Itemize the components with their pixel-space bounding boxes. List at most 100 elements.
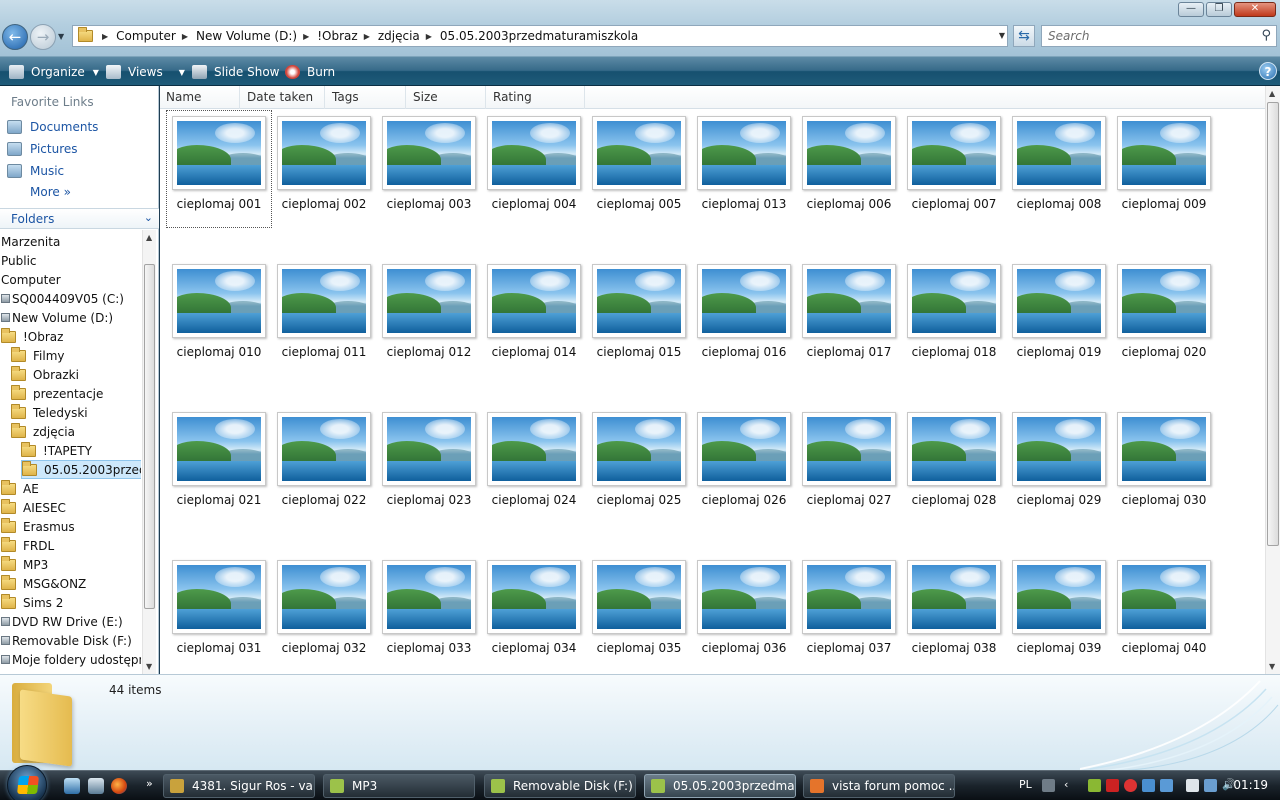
tree-item[interactable]: AIESEC [1,498,66,517]
tree-item[interactable]: AE [1,479,39,498]
column-header-name[interactable]: Name [160,86,240,109]
image-file-tile[interactable]: cieplomaj 035 [587,555,691,671]
column-header-size[interactable]: Size [407,86,486,109]
image-file-tile[interactable]: cieplomaj 026 [692,407,796,523]
favorite-link-documents[interactable]: Documents [7,118,98,136]
image-file-tile[interactable]: cieplomaj 007 [902,111,1006,227]
tree-item[interactable]: MSG&ONZ [1,574,86,593]
breadcrumb-computer[interactable]: Computer [116,29,176,43]
breadcrumb-zdjecia[interactable]: zdjęcia [378,29,420,43]
minimize-button[interactable]: — [1178,2,1204,17]
image-file-tile[interactable]: cieplomaj 017 [797,259,901,375]
breadcrumb-separator-icon[interactable]: ▶ [182,32,188,41]
keyboard-icon[interactable] [1042,779,1055,792]
image-file-tile[interactable]: cieplomaj 003 [377,111,481,227]
breadcrumb-separator-icon[interactable]: ▶ [102,32,108,41]
image-file-tile[interactable]: cieplomaj 037 [797,555,901,671]
burn-button[interactable]: Burn [285,63,335,81]
security-icon[interactable] [1088,779,1101,792]
breadcrumb-separator-icon[interactable]: ▶ [303,32,309,41]
quick-launch-more-icon[interactable]: » [146,777,153,790]
address-field[interactable]: ▶ Computer ▶ New Volume (D:) ▶ !Obraz ▶ … [72,25,1008,47]
image-file-tile[interactable]: cieplomaj 016 [692,259,796,375]
scrollbar-thumb[interactable] [1267,102,1279,546]
scroll-down-icon[interactable]: ▼ [1269,662,1275,671]
alert-icon[interactable] [1124,779,1137,792]
image-file-tile[interactable]: cieplomaj 034 [482,555,586,671]
image-file-tile[interactable]: cieplomaj 032 [272,555,376,671]
scroll-up-icon[interactable]: ▲ [146,233,152,242]
image-file-tile[interactable]: cieplomaj 006 [797,111,901,227]
tree-item[interactable]: Computer [1,270,61,289]
image-file-tile[interactable]: cieplomaj 014 [482,259,586,375]
switch-windows-icon[interactable] [88,778,104,794]
tree-item[interactable]: Filmy [11,346,65,365]
column-header-tags[interactable]: Tags [326,86,406,109]
language-indicator[interactable]: PL [1019,778,1032,791]
image-file-tile[interactable]: cieplomaj 001 [166,110,272,228]
clock[interactable]: 01:19 [1233,778,1268,792]
image-file-tile[interactable]: cieplomaj 002 [272,111,376,227]
tree-item[interactable]: Removable Disk (F:) [1,631,132,650]
device-icon[interactable] [1186,779,1199,792]
image-file-tile[interactable]: cieplomaj 023 [377,407,481,523]
breadcrumb-separator-icon[interactable]: ▶ [426,32,432,41]
image-file-tile[interactable]: cieplomaj 021 [167,407,271,523]
taskbar-button[interactable]: vista forum pomoc ... [803,774,955,798]
image-file-tile[interactable]: cieplomaj 019 [1007,259,1111,375]
tree-item[interactable]: New Volume (D:) [1,308,113,327]
image-file-tile[interactable]: cieplomaj 027 [797,407,901,523]
image-file-tile[interactable]: cieplomaj 038 [902,555,1006,671]
tree-item[interactable]: zdjęcia [11,422,75,441]
column-header-rating[interactable]: Rating [487,86,585,109]
show-desktop-icon[interactable] [64,778,80,794]
start-button[interactable] [7,765,47,800]
tree-item[interactable]: Teledyski [11,403,88,422]
help-button[interactable]: ? [1259,62,1277,80]
image-file-tile[interactable]: cieplomaj 030 [1112,407,1216,523]
image-file-tile[interactable]: cieplomaj 039 [1007,555,1111,671]
favorite-link-pictures[interactable]: Pictures [7,140,78,158]
image-file-tile[interactable]: cieplomaj 015 [587,259,691,375]
network-icon[interactable] [1142,779,1155,792]
scroll-up-icon[interactable]: ▲ [1269,89,1275,98]
tree-item[interactable]: FRDL [1,536,54,555]
tree-item[interactable]: DVD RW Drive (E:) [1,612,123,631]
organize-button[interactable]: Organize ▼ [9,63,99,81]
taskbar-button[interactable]: Removable Disk (F:) [484,774,636,798]
tree-item[interactable]: !Obraz [1,327,63,346]
forward-button[interactable]: → [30,24,56,50]
image-file-tile[interactable]: cieplomaj 025 [587,407,691,523]
image-file-tile[interactable]: cieplomaj 031 [167,555,271,671]
more-links-button[interactable]: More » [30,185,71,199]
breadcrumb-separator-icon[interactable]: ▶ [364,32,370,41]
tray-expand-icon[interactable]: ‹ [1064,778,1077,791]
image-file-tile[interactable]: cieplomaj 012 [377,259,481,375]
tree-item[interactable]: Moje foldery udostępnia [1,650,141,669]
image-file-tile[interactable]: cieplomaj 011 [272,259,376,375]
image-file-tile[interactable]: cieplomaj 004 [482,111,586,227]
taskbar-button[interactable]: 05.05.2003przedmat... [644,774,796,798]
image-file-tile[interactable]: cieplomaj 013 [692,111,796,227]
address-dropdown-icon[interactable]: ▼ [999,31,1005,40]
image-file-tile[interactable]: cieplomaj 024 [482,407,586,523]
image-file-tile[interactable]: cieplomaj 040 [1112,555,1216,671]
back-button[interactable]: ← [2,24,28,50]
tree-item[interactable]: Sims 2 [1,593,63,612]
tree-item[interactable]: Public [1,251,37,270]
tree-item[interactable]: !TAPETY [21,441,92,460]
tree-item[interactable]: Erasmus [1,517,75,536]
antivirus-icon[interactable] [1106,779,1119,792]
maximize-button[interactable]: ❐ [1206,2,1232,17]
tree-item[interactable]: 05.05.2003przedma [21,460,141,479]
image-file-tile[interactable]: cieplomaj 005 [587,111,691,227]
image-file-tile[interactable]: cieplomaj 020 [1112,259,1216,375]
tree-item[interactable]: Obrazki [11,365,79,384]
favorite-link-music[interactable]: Music [7,162,64,180]
messenger-icon[interactable] [1160,779,1173,792]
taskbar-button[interactable]: MP3 [323,774,475,798]
search-icon[interactable]: ⚲ [1261,28,1271,43]
column-header-date-taken[interactable]: Date taken [241,86,325,109]
breadcrumb-new-volume[interactable]: New Volume (D:) [196,29,297,43]
scroll-down-icon[interactable]: ▼ [146,662,152,671]
